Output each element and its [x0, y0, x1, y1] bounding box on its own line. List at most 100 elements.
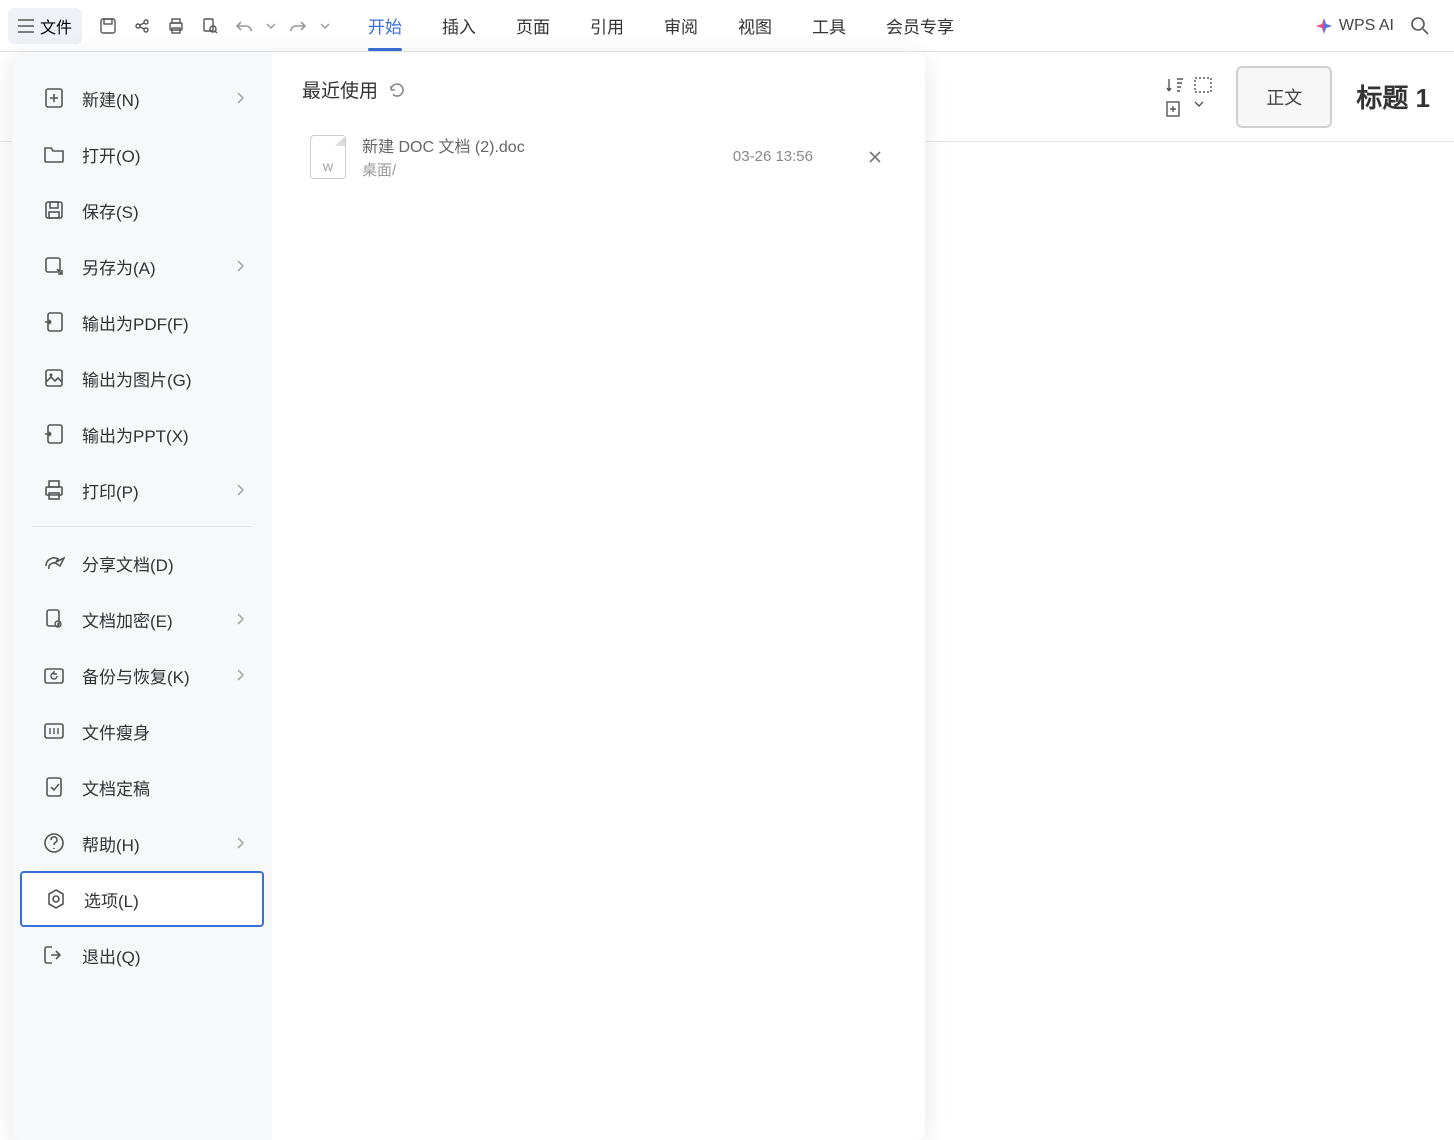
insert-icon[interactable] [1166, 101, 1184, 117]
file-menu-panel: 新建(N) 打开(O) 保存(S) 另存为(A) 输出为PDF(F) 输出为图片… [12, 52, 925, 1140]
print-preview-button[interactable] [196, 12, 224, 40]
menu-label: 文档加密(E) [82, 607, 236, 632]
recent-file-time: 03-26 13:56 [733, 148, 813, 165]
tab-label: 页面 [516, 13, 550, 38]
menu-share[interactable]: 分享文档(D) [20, 535, 264, 591]
recent-file-path: 桌面/ [362, 159, 733, 180]
save-button[interactable] [94, 12, 122, 40]
gear-icon [42, 888, 70, 910]
menu-label: 帮助(H) [82, 831, 236, 856]
style-label: 正文 [1266, 88, 1302, 108]
menu-label: 输出为PPT(X) [82, 422, 244, 447]
menu-label: 打印(P) [82, 478, 236, 503]
search-button[interactable] [1406, 12, 1434, 40]
menu-label: 分享文档(D) [82, 551, 244, 576]
tab-label: 开始 [368, 13, 402, 38]
tab-member[interactable]: 会员专享 [866, 0, 974, 51]
file-menu-button[interactable]: 文件 [8, 8, 82, 44]
menu-label: 文件瘦身 [82, 719, 244, 744]
menu-label: 输出为PDF(F) [82, 310, 244, 335]
pdf-icon [40, 311, 68, 333]
share-button[interactable] [128, 12, 156, 40]
ppt-icon [40, 423, 68, 445]
refresh-icon[interactable] [388, 81, 406, 99]
recent-title: 最近使用 [302, 76, 378, 103]
print-button[interactable] [162, 12, 190, 40]
recent-file-name: 新建 DOC 文档 (2).doc [362, 133, 733, 157]
style-label: 标题 1 [1356, 83, 1430, 113]
tab-start[interactable]: 开始 [348, 0, 422, 51]
tab-review[interactable]: 审阅 [644, 0, 718, 51]
menu-export-ppt[interactable]: 输出为PPT(X) [20, 406, 264, 462]
menu-slim[interactable]: 文件瘦身 [20, 703, 264, 759]
close-icon[interactable] [863, 145, 887, 169]
lock-icon [40, 608, 68, 630]
file-menu-sidebar: 新建(N) 打开(O) 保存(S) 另存为(A) 输出为PDF(F) 输出为图片… [12, 52, 272, 1140]
menu-label: 输出为图片(G) [82, 366, 244, 391]
wps-ai-icon [1315, 17, 1333, 35]
undo-dropdown[interactable] [264, 12, 278, 40]
chevron-right-icon [236, 92, 244, 104]
help-icon [40, 832, 68, 854]
menu-options[interactable]: 选项(L) [20, 871, 264, 927]
menu-saveas[interactable]: 另存为(A) [20, 238, 264, 294]
tab-tools[interactable]: 工具 [792, 0, 866, 51]
recent-header: 最近使用 [302, 76, 895, 103]
backup-icon [40, 665, 68, 685]
tab-label: 工具 [812, 13, 846, 38]
wps-ai-button[interactable]: WPS AI [1315, 17, 1394, 35]
menu-backup[interactable]: 备份与恢复(K) [20, 647, 264, 703]
menu-export-image[interactable]: 输出为图片(G) [20, 350, 264, 406]
tab-view[interactable]: 视图 [718, 0, 792, 51]
tab-label: 会员专享 [886, 13, 954, 38]
menu-label: 另存为(A) [82, 254, 236, 279]
save-icon [40, 199, 68, 221]
menu-open[interactable]: 打开(O) [20, 126, 264, 182]
menu-export-pdf[interactable]: 输出为PDF(F) [20, 294, 264, 350]
menu-finalize[interactable]: 文档定稿 [20, 759, 264, 815]
chevron-right-icon [236, 669, 244, 681]
chevron-down-icon[interactable] [1194, 101, 1204, 117]
doc-icon: W [310, 135, 346, 179]
image-icon [40, 368, 68, 388]
ribbon-tabs: 开始 插入 页面 引用 审阅 视图 工具 会员专享 [348, 0, 1315, 51]
menu-label: 新建(N) [82, 86, 236, 111]
sort-icon[interactable] [1166, 77, 1184, 93]
chevron-right-icon [236, 837, 244, 849]
menu-help[interactable]: 帮助(H) [20, 815, 264, 871]
menu-divider [32, 526, 252, 527]
chevron-right-icon [236, 260, 244, 272]
tab-page[interactable]: 页面 [496, 0, 570, 51]
hamburger-icon [18, 19, 34, 33]
select-icon[interactable] [1194, 77, 1212, 93]
tab-label: 引用 [590, 13, 624, 38]
recent-file-text: 新建 DOC 文档 (2).doc 桌面/ [362, 133, 733, 180]
menu-new[interactable]: 新建(N) [20, 70, 264, 126]
undo-button[interactable] [230, 12, 258, 40]
menu-exit[interactable]: 退出(Q) [20, 927, 264, 983]
recent-file-item[interactable]: W 新建 DOC 文档 (2).doc 桌面/ 03-26 13:56 [302, 121, 895, 192]
menu-save[interactable]: 保存(S) [20, 182, 264, 238]
redo-button[interactable] [284, 12, 312, 40]
file-label: 文件 [40, 14, 72, 38]
menu-encrypt[interactable]: 文档加密(E) [20, 591, 264, 647]
menu-print[interactable]: 打印(P) [20, 462, 264, 518]
redo-dropdown[interactable] [318, 12, 332, 40]
menu-label: 退出(Q) [82, 943, 244, 968]
saveas-icon [40, 255, 68, 277]
tab-insert[interactable]: 插入 [422, 0, 496, 51]
top-toolbar: 文件 开始 插入 页面 引用 审阅 视图 工 [0, 0, 1454, 52]
wps-ai-label: WPS AI [1339, 17, 1394, 35]
toolbar-right: WPS AI [1315, 12, 1446, 40]
exit-icon [40, 945, 68, 965]
compress-icon [40, 722, 68, 740]
style-heading-1[interactable]: 标题 1 [1348, 66, 1438, 127]
tab-label: 插入 [442, 13, 476, 38]
style-normal[interactable]: 正文 [1236, 66, 1332, 128]
tab-reference[interactable]: 引用 [570, 0, 644, 51]
chevron-right-icon [236, 613, 244, 625]
menu-label: 选项(L) [84, 887, 242, 912]
file-menu-content: 最近使用 W 新建 DOC 文档 (2).doc 桌面/ 03-26 13:56 [272, 52, 925, 1140]
print-icon [40, 479, 68, 501]
quick-access-toolbar [94, 12, 332, 40]
